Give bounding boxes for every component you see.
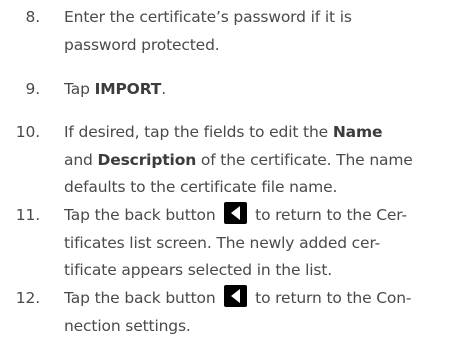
step-text-segment: . — [161, 80, 166, 98]
step-line: password protected. — [64, 35, 220, 54]
step-text-segment: to return to the Con- — [250, 289, 412, 307]
step-line: nection settings. — [64, 316, 191, 335]
description-keyword: Description — [97, 150, 197, 169]
step-text: Tap the back button to return to the Cer… — [64, 202, 456, 285]
step-number: 12. — [15, 289, 40, 307]
back-triangle-icon — [224, 285, 248, 307]
name-keyword: Name — [332, 123, 383, 141]
step-text: Tap IMPORT. — [64, 76, 456, 104]
step-line: Enter the certificate’s password if it i… — [64, 8, 352, 26]
step-line: tificates list screen. The newly added c… — [64, 233, 381, 252]
step-line: Tap the back button to return to the Con… — [64, 285, 456, 313]
step-number: 8. — [25, 8, 41, 26]
step-line: and Description of the certificate. The … — [64, 147, 456, 175]
import-keyword: IMPORT — [94, 80, 162, 98]
step-line: Tap the back button to return to the Cer… — [64, 202, 456, 230]
back-triangle-icon — [224, 202, 248, 224]
step-text-segment: to return to the Cer- — [250, 206, 407, 224]
step-text-segment: of the certificate. The name — [196, 150, 413, 169]
step-number: 10. — [15, 123, 40, 141]
step-text-segment: and — [64, 150, 98, 169]
step-text-segment: Tap — [64, 80, 95, 98]
step-text-segment: Tap the back button — [64, 206, 221, 224]
step-text-segment: Tap the back button — [64, 289, 221, 307]
step-line: If desired, tap the fields to edit the N… — [64, 119, 456, 147]
step-number: 9. — [25, 80, 41, 98]
step-text-segment: If desired, tap the fields to edit the — [64, 123, 333, 141]
step-line: tificate appears selected in the list. — [64, 261, 333, 279]
step-line: defaults to the certificate file name. — [64, 178, 338, 196]
step-text: Tap the back button to return to the Con… — [64, 285, 456, 340]
step-text: Enter the certificate’s password if it i… — [64, 4, 456, 59]
step-number: 11. — [15, 206, 40, 224]
step-text: If desired, tap the fields to edit the N… — [64, 119, 456, 202]
step-line: Tap IMPORT. — [64, 76, 456, 104]
